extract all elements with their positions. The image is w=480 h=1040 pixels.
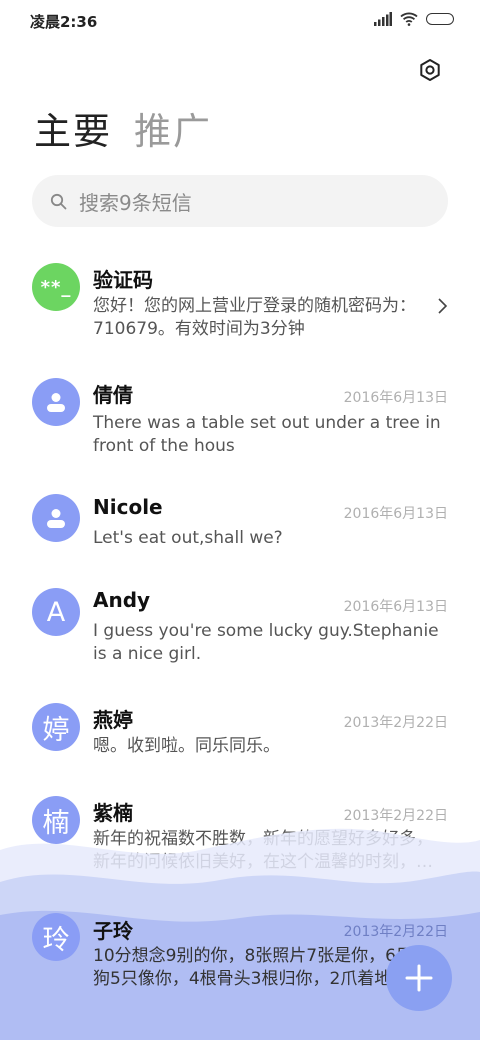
tab-main[interactable]: 主要 <box>34 106 112 158</box>
avatar-label: **_ <box>40 276 72 298</box>
avatar: 玲 <box>32 913 80 961</box>
settings-button[interactable] <box>416 56 444 84</box>
message-preview: There was a table set out under a tree i… <box>93 413 441 456</box>
message-date: 2013年2月22日 <box>343 715 448 731</box>
status-bar: 凌晨2:36 <box>0 0 480 42</box>
search-icon <box>50 193 67 209</box>
list-item[interactable]: A Andy 2016年6月13日 I guess you're some lu… <box>0 569 480 685</box>
tab-bar: 主要 推广 <box>34 106 212 158</box>
avatar-label: A <box>46 596 66 628</box>
message-preview: 您好！您的网上营业厅登录的随机密码为：710679。有效时间为3分钟 <box>93 296 416 339</box>
avatar-label: 玲 <box>42 924 70 956</box>
sender-name: Nicole <box>93 495 163 519</box>
tab-promotion[interactable]: 推广 <box>134 106 212 158</box>
wifi-icon <box>400 12 418 26</box>
message-preview: Let's eat out,shall we? <box>93 528 283 548</box>
chevron-right-icon[interactable] <box>436 297 448 315</box>
message-list: **_ 验证码 您好！您的网上营业厅登录的随机密码为：710679。有效时间为3… <box>0 245 480 894</box>
list-item[interactable]: Nicole 2016年6月13日 Let's eat out,shall we… <box>0 477 480 569</box>
sender-name: 子玲 <box>93 919 133 943</box>
message-date: 2016年6月13日 <box>343 506 448 522</box>
sender-name: 燕婷 <box>93 708 133 732</box>
sender-name: 紫楠 <box>93 801 133 825</box>
message-preview: 嗯。收到啦。同乐同乐。 <box>93 736 280 756</box>
status-time: 凌晨2:36 <box>30 13 98 31</box>
person-icon <box>47 509 65 528</box>
list-item[interactable]: 倩倩 2016年6月13日 There was a table set out … <box>0 361 480 477</box>
message-date: 2013年2月22日 <box>343 808 448 824</box>
avatar-label: 楠 <box>42 807 70 839</box>
list-item[interactable]: 婷 燕婷 2013年2月22日 嗯。收到啦。同乐同乐。 <box>0 685 480 778</box>
avatar: A <box>32 588 80 636</box>
message-date: 2013年2月22日 <box>343 924 448 940</box>
plus-icon <box>405 964 433 992</box>
list-item[interactable]: **_ 验证码 您好！您的网上营业厅登录的随机密码为：710679。有效时间为3… <box>0 245 480 361</box>
sender-name: 倩倩 <box>93 383 133 407</box>
avatar-label: 婷 <box>42 714 70 746</box>
search-input[interactable]: 搜索9条短信 <box>32 175 448 227</box>
message-preview: 新年的祝福数不胜数，新年的愿望好多好多，新年的问候依旧美好，在这个温馨的时刻，… <box>93 829 433 872</box>
new-message-button[interactable] <box>386 945 452 1011</box>
message-preview: I guess you're some lucky guy.Stephanie … <box>93 621 439 664</box>
battery-icon <box>426 13 454 25</box>
avatar: 楠 <box>32 796 80 844</box>
avatar <box>32 378 80 426</box>
avatar <box>32 494 80 542</box>
status-icons <box>374 12 454 26</box>
search-placeholder: 搜索9条短信 <box>79 190 192 215</box>
gear-icon <box>420 59 440 81</box>
list-item[interactable]: 楠 紫楠 2013年2月22日 新年的祝福数不胜数，新年的愿望好多好多，新年的问… <box>0 778 480 894</box>
sender-name: 验证码 <box>93 268 153 292</box>
person-icon <box>47 393 65 412</box>
sender-name: Andy <box>93 588 151 612</box>
avatar: **_ <box>32 263 80 311</box>
message-date: 2016年6月13日 <box>343 599 448 615</box>
signal-icon <box>374 12 392 26</box>
message-date: 2016年6月13日 <box>343 390 448 406</box>
avatar: 婷 <box>32 703 80 751</box>
